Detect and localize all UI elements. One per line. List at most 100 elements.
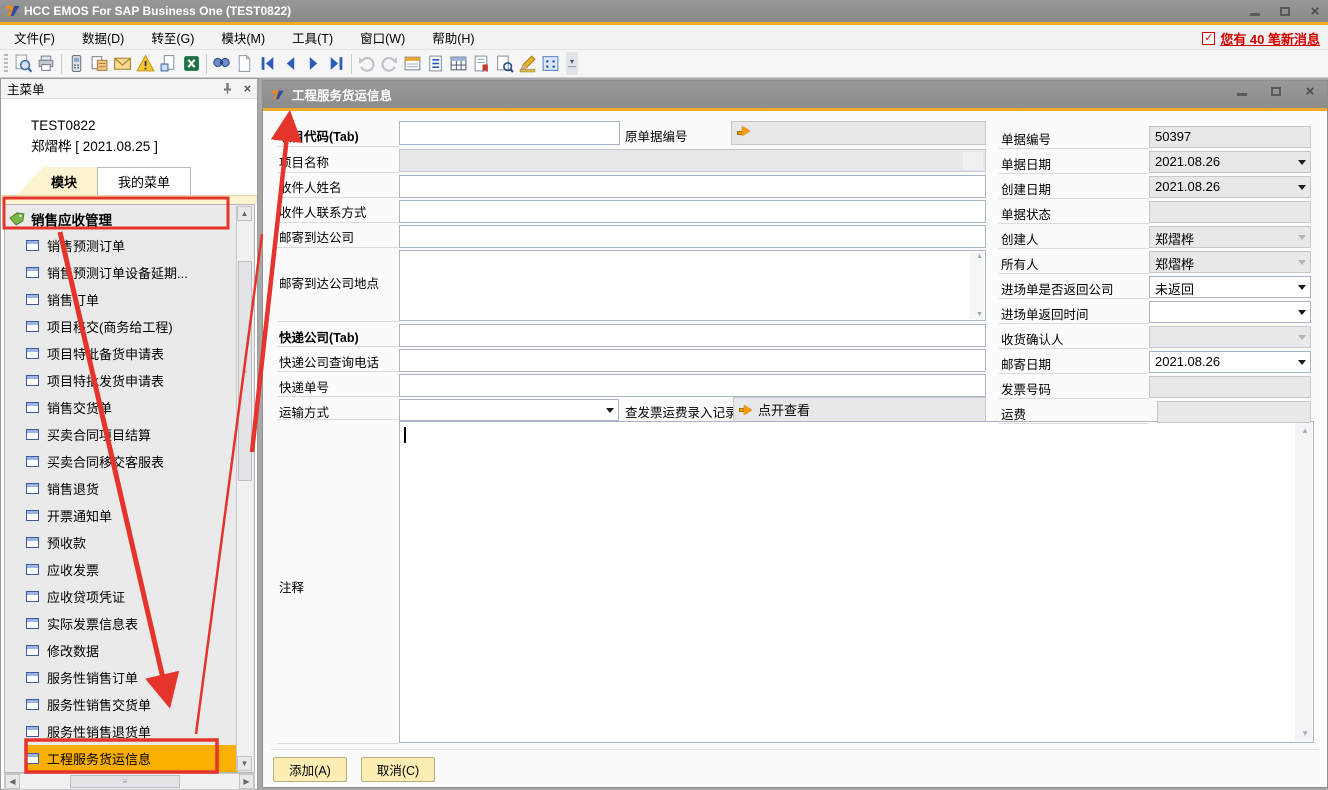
- tab-modules[interactable]: 模块: [17, 167, 97, 195]
- sidebar-item-5[interactable]: 项目特批发货申请表: [26, 367, 238, 394]
- toolbar-overflow-icon[interactable]: ▾—: [566, 52, 578, 75]
- chevron-down-icon: [1298, 335, 1306, 340]
- maximize-icon[interactable]: [1278, 4, 1292, 18]
- sidebar-horizontal-scrollbar[interactable]: ◀ ≡ ▶: [4, 773, 255, 790]
- scroll-down-icon[interactable]: ▼: [1301, 729, 1309, 738]
- edit-mode-icon[interactable]: [516, 52, 539, 75]
- next-record-icon[interactable]: [302, 52, 325, 75]
- sidebar-item-14[interactable]: 实际发票信息表: [26, 610, 238, 637]
- sidebar-item-16[interactable]: 服务性销售订单: [26, 664, 238, 691]
- sidebar-vertical-scrollbar[interactable]: ▲ ≡ ▼: [236, 206, 253, 771]
- sidebar-item-18[interactable]: 服务性销售退货单: [26, 718, 238, 745]
- sidebar-item-8[interactable]: 买卖合同移交客服表: [26, 448, 238, 475]
- document-lines-icon[interactable]: [424, 52, 447, 75]
- recipient-contact-input[interactable]: [399, 200, 986, 223]
- pin-icon[interactable]: [221, 82, 234, 95]
- excel-export-icon[interactable]: [180, 52, 203, 75]
- entry-return-time-dropdown[interactable]: [1149, 301, 1311, 323]
- sidebar-item-0[interactable]: 销售预测订单: [26, 232, 238, 259]
- original-doc-no-field[interactable]: [731, 121, 986, 145]
- sidebar-item-6[interactable]: 销售交货单: [26, 394, 238, 421]
- menu-window[interactable]: 窗口(W): [360, 28, 405, 47]
- recipient-name-input[interactable]: [399, 175, 986, 198]
- last-record-icon[interactable]: [325, 52, 348, 75]
- doc-date-dropdown[interactable]: 2021.08.26: [1149, 151, 1311, 173]
- layout-designer-icon[interactable]: [88, 52, 111, 75]
- scroll-right-icon[interactable]: ▶: [239, 774, 254, 789]
- menu-goto[interactable]: 转至(G): [151, 28, 194, 47]
- mail-icon[interactable]: [111, 52, 134, 75]
- open-view-button[interactable]: 点开查看: [733, 397, 986, 422]
- scroll-up-icon[interactable]: ▲: [1301, 426, 1309, 435]
- panel-close-icon[interactable]: ×: [244, 82, 251, 96]
- sidebar-item-19-selected[interactable]: 工程服务货运信息: [26, 745, 238, 772]
- print-icon[interactable]: [35, 52, 58, 75]
- sidebar-item-2[interactable]: 销售订单: [26, 286, 238, 313]
- menu-help[interactable]: 帮助(H): [432, 28, 474, 47]
- cancel-button[interactable]: 取消(C): [361, 757, 435, 782]
- menu-module[interactable]: 模块(M): [221, 28, 265, 47]
- scroll-left-icon[interactable]: ◀: [5, 774, 20, 789]
- close-icon[interactable]: ×: [1303, 84, 1317, 98]
- print-preview-icon[interactable]: [12, 52, 35, 75]
- sidebar-item-9[interactable]: 销售退货: [26, 475, 238, 502]
- transport-mode-dropdown[interactable]: [399, 399, 619, 421]
- alerts-icon[interactable]: [134, 52, 157, 75]
- sidebar-item-7[interactable]: 买卖合同项目结算: [26, 421, 238, 448]
- sidebar-item-1[interactable]: 销售预测订单设备延期...: [26, 259, 238, 286]
- mail-company-input[interactable]: [399, 225, 986, 248]
- minimize-icon[interactable]: [1248, 4, 1262, 18]
- scroll-up-icon[interactable]: ▲: [976, 253, 983, 260]
- project-code-input[interactable]: [399, 121, 620, 145]
- new-message-link[interactable]: 您有 40 笔新消息: [1220, 29, 1320, 48]
- undo-icon[interactable]: [355, 52, 378, 75]
- sidebar-item-17[interactable]: 服务性销售交货单: [26, 691, 238, 718]
- scroll-thumb[interactable]: ≡: [238, 261, 252, 481]
- sidebar-item-10[interactable]: 开票通知单: [26, 502, 238, 529]
- sidebar-item-15[interactable]: 修改数据: [26, 637, 238, 664]
- courier-phone-input[interactable]: [399, 349, 986, 372]
- sidebar-item-13[interactable]: 应收贷项凭证: [26, 583, 238, 610]
- sidebar-item-3[interactable]: 项目移交(商务给工程): [26, 313, 238, 340]
- sidebar-item-12[interactable]: 应收发票: [26, 556, 238, 583]
- form-icon: [26, 699, 39, 710]
- link-arrow-icon[interactable]: [742, 126, 750, 136]
- scroll-thumb[interactable]: ≡: [70, 775, 180, 788]
- remarks-textarea[interactable]: ▲ ▼: [399, 421, 1314, 743]
- redo-icon[interactable]: [378, 52, 401, 75]
- menu-tools[interactable]: 工具(T): [292, 28, 333, 47]
- new-message-notification[interactable]: ✓ 您有 40 笔新消息: [1202, 29, 1320, 48]
- courier-no-input[interactable]: [399, 374, 986, 397]
- minimize-icon[interactable]: [1235, 84, 1249, 98]
- mail-company-location-textarea[interactable]: ▲ ▼: [399, 250, 986, 321]
- find-icon[interactable]: [210, 52, 233, 75]
- sidebar-item-11[interactable]: 预收款: [26, 529, 238, 556]
- create-date-dropdown[interactable]: 2021.08.26: [1149, 176, 1311, 198]
- first-record-icon[interactable]: [256, 52, 279, 75]
- add-button[interactable]: 添加(A): [273, 757, 347, 782]
- form-settings-icon[interactable]: [401, 52, 424, 75]
- tab-my-menu[interactable]: 我的菜单: [97, 167, 191, 195]
- maximize-icon[interactable]: [1269, 84, 1283, 98]
- module-header-sales-ar[interactable]: 销售应收管理: [9, 209, 112, 229]
- lock-screen-icon[interactable]: [65, 52, 88, 75]
- entry-returned-dropdown[interactable]: 未返回: [1149, 276, 1311, 298]
- courier-company-input[interactable]: [399, 324, 986, 347]
- link-document-icon[interactable]: [157, 52, 180, 75]
- menu-data[interactable]: 数据(D): [82, 28, 124, 47]
- previous-record-icon[interactable]: [279, 52, 302, 75]
- query-generator-icon[interactable]: [493, 52, 516, 75]
- scroll-down-icon[interactable]: ▼: [976, 311, 983, 318]
- sidebar-item-4[interactable]: 项目特批备货申请表: [26, 340, 238, 367]
- scroll-up-icon[interactable]: ▲: [237, 206, 252, 221]
- textarea-scrollbar[interactable]: ▲ ▼: [1295, 423, 1312, 741]
- close-icon[interactable]: ×: [1308, 4, 1322, 18]
- textarea-scrollbar[interactable]: ▲ ▼: [970, 252, 984, 319]
- table-view-icon[interactable]: [447, 52, 470, 75]
- mail-date-dropdown[interactable]: 2021.08.26: [1149, 351, 1311, 373]
- scroll-down-icon[interactable]: ▼: [237, 756, 252, 771]
- add-new-icon[interactable]: [233, 52, 256, 75]
- grid-settings-icon[interactable]: [539, 52, 562, 75]
- report-icon[interactable]: [470, 52, 493, 75]
- menu-file[interactable]: 文件(F): [14, 28, 55, 47]
